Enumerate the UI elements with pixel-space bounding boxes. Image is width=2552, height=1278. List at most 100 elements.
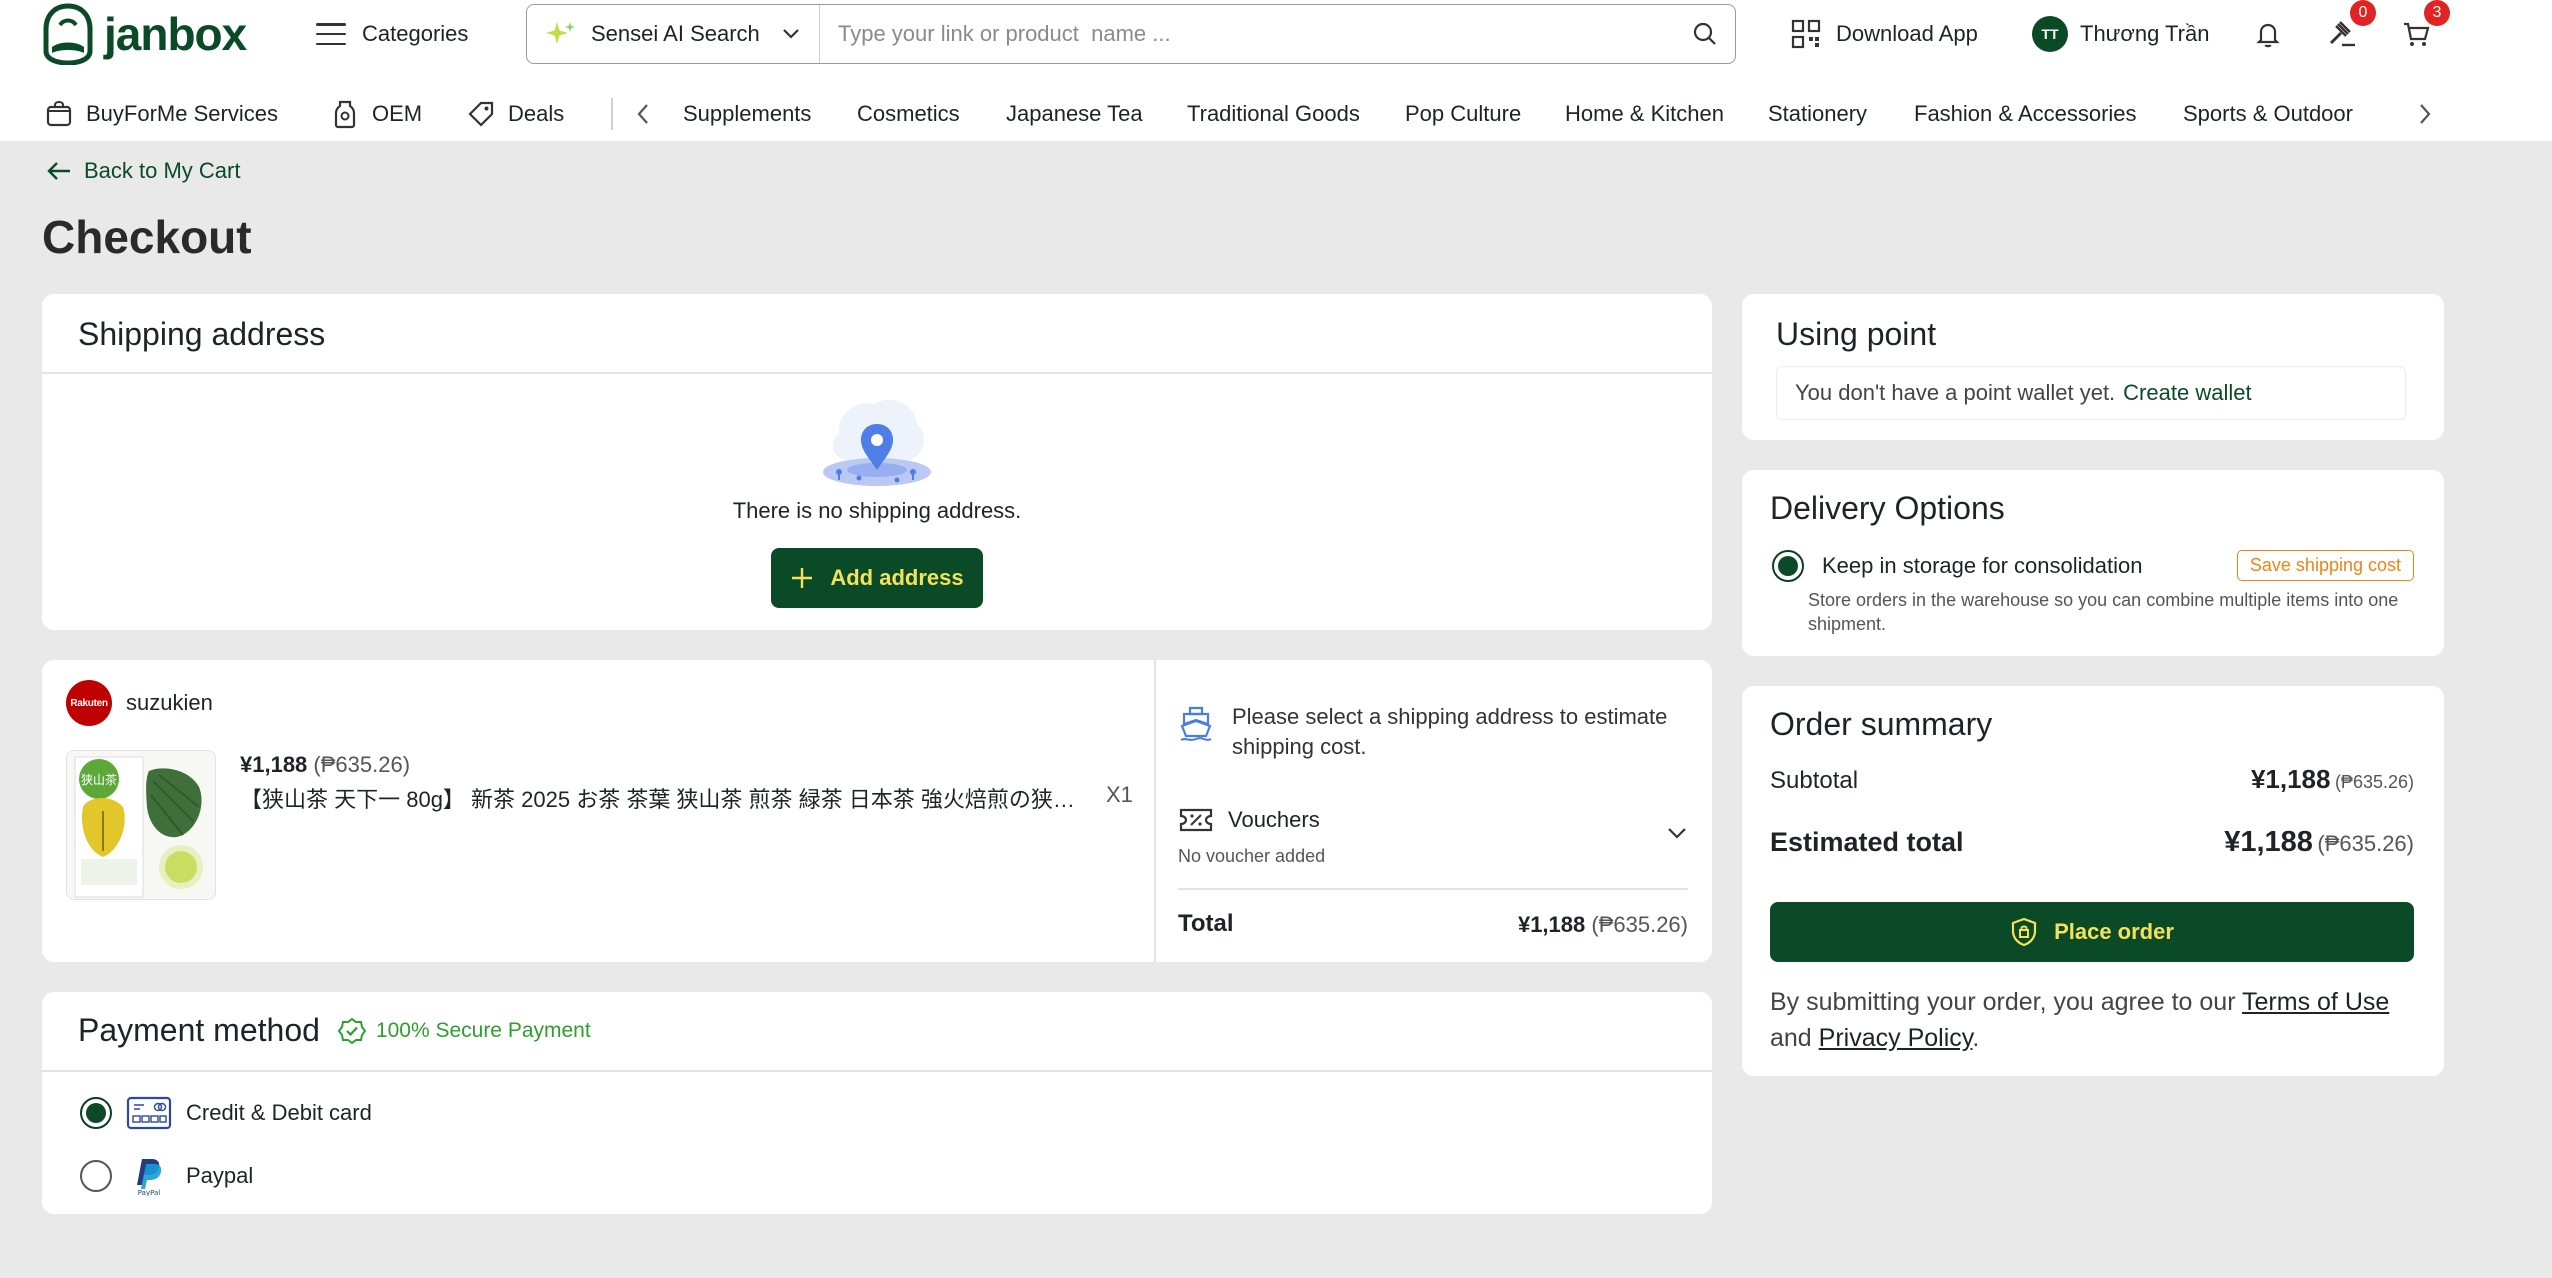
privacy-policy-link[interactable]: Privacy Policy — [1819, 1024, 1973, 1052]
vouchers-title: Vouchers — [1228, 807, 1320, 832]
estimated-total-value: ¥1,188 (₱635.26) — [2224, 826, 2414, 859]
back-label: Back to My Cart — [84, 158, 241, 183]
cart-icon — [2404, 22, 2430, 46]
user-menu[interactable]: TT Thương Trần — [2032, 14, 2209, 54]
product-name[interactable]: 【狭山茶 天下一 80g】 新茶 2025 お茶 茶葉 狭山茶 煎茶 緑茶 日本… — [240, 782, 1090, 814]
download-app-button[interactable]: Download App — [1790, 14, 1978, 54]
avatar: TT — [2032, 16, 2068, 52]
delivery-option-label: Keep in storage for consolidation — [1822, 553, 2143, 578]
category-fashion-accessories[interactable]: Fashion & Accessories — [1914, 101, 2137, 127]
delivery-option-storage[interactable]: Keep in storage for consolidation — [1772, 550, 2142, 582]
order-summary-title: Order summary — [1770, 706, 1993, 742]
notifications-button[interactable] — [2248, 14, 2288, 54]
rakuten-logo: Rakuten — [66, 680, 112, 726]
payment-option-paypal[interactable]: PayPal Paypal — [80, 1156, 253, 1196]
ai-search-label: Sensei AI Search — [591, 21, 760, 46]
search-bar: Sensei AI Search — [526, 4, 1736, 64]
svg-text:PayPal: PayPal — [138, 1189, 161, 1196]
terms-of-use-link[interactable]: Terms of Use — [2242, 988, 2389, 1016]
shop-name: suzukien — [126, 690, 213, 715]
categories-menu-button[interactable]: Categories — [316, 14, 468, 54]
payment-method-card: Payment method 100% Secure Payment Credi… — [42, 992, 1712, 1214]
place-order-button[interactable]: Place order — [1770, 902, 2414, 962]
bell-icon — [2256, 23, 2280, 48]
subtotal-value: ¥1,188 (₱635.26) — [2251, 764, 2414, 795]
add-address-label: Add address — [830, 565, 964, 590]
card-radio[interactable] — [80, 1097, 112, 1129]
item-total-amount: ¥1,188 — [1517, 912, 1586, 937]
category-scroll-left[interactable] — [628, 94, 658, 134]
shield-lock-icon — [2011, 917, 2037, 947]
divider — [42, 372, 1712, 374]
oem-link[interactable]: OEM — [330, 99, 422, 129]
cart-button[interactable]: 3 — [2396, 0, 2450, 54]
user-name: Thương Trần — [2080, 21, 2210, 46]
point-wallet-box: You don't have a point wallet yet. Creat… — [1776, 366, 2406, 420]
subtotal-label: Subtotal — [1770, 767, 1859, 794]
subtotal-alt: (₱635.26) — [2334, 772, 2414, 792]
chevron-left-icon — [637, 104, 648, 124]
logo-mark-icon — [43, 3, 93, 65]
secure-payment-label: 100% Secure Payment — [375, 1018, 591, 1042]
category-home-kitchen[interactable]: Home & Kitchen — [1565, 101, 1724, 127]
search-input[interactable] — [820, 5, 1675, 63]
top-header: janbox Categories Sensei AI Search Downl… — [0, 0, 2552, 141]
payment-title: Payment method — [78, 1012, 320, 1048]
buyforme-label: BuyForMe Services — [86, 100, 278, 126]
create-wallet-link[interactable]: Create wallet — [2123, 380, 2251, 406]
terms-and: and — [1770, 1024, 1812, 1052]
order-item-card: Rakuten suzukien 狭山茶 ¥1,188 (₱635.26) 【狭… — [42, 660, 1712, 962]
hamburger-icon — [316, 23, 346, 45]
category-japanese-tea[interactable]: Japanese Tea — [1006, 101, 1143, 127]
product-price: ¥1,188 (₱635.26) — [240, 752, 410, 778]
ai-search-select[interactable]: Sensei AI Search — [527, 5, 820, 63]
qr-code-icon — [1791, 19, 1821, 49]
deals-link[interactable]: Deals — [466, 99, 564, 129]
auction-button[interactable]: 0 — [2322, 0, 2376, 54]
divider — [1178, 888, 1688, 890]
product-image[interactable]: 狭山茶 — [66, 750, 216, 900]
gavel-icon — [2329, 21, 2355, 47]
map-pin-illustration-icon — [823, 399, 931, 486]
search-button[interactable] — [1675, 5, 1735, 63]
shipping-address-card: Shipping address There is no shipping ad… — [42, 294, 1712, 630]
estimated-total-row: Estimated total ¥1,188 (₱635.26) — [1770, 826, 2414, 859]
using-point-title: Using point — [1776, 316, 1937, 352]
category-supplements[interactable]: Supplements — [683, 101, 811, 127]
category-traditional-goods[interactable]: Traditional Goods — [1187, 101, 1360, 127]
terms-notice: By submitting your order, you agree to o… — [1770, 984, 2420, 1056]
vouchers-selector[interactable]: Vouchers No voucher added — [1178, 806, 1688, 870]
category-cosmetics[interactable]: Cosmetics — [857, 101, 960, 127]
category-sports-outdoor[interactable]: Sports & Outdoor — [2183, 101, 2353, 127]
buyforme-link[interactable]: BuyForMe Services — [44, 99, 278, 129]
item-total-alt: (₱635.26) — [1591, 912, 1688, 937]
bag-icon — [46, 100, 72, 126]
auction-badge: 0 — [2350, 0, 2376, 26]
divider — [42, 1070, 1712, 1072]
paypal-radio[interactable] — [80, 1160, 112, 1192]
page-title: Checkout — [42, 211, 252, 263]
estimated-total-label: Estimated total — [1770, 827, 1964, 857]
secure-payment-badge: 100% Secure Payment — [337, 1017, 591, 1045]
subtotal-amount: ¥1,188 — [2250, 764, 2331, 794]
plus-icon — [792, 568, 813, 588]
category-stationery[interactable]: Stationery — [1768, 101, 1867, 127]
paypal-label: Paypal — [186, 1163, 254, 1188]
back-to-cart-link[interactable]: Back to My Cart — [46, 158, 240, 184]
save-shipping-tag: Save shipping cost — [2236, 550, 2414, 581]
shield-check-icon — [337, 1017, 366, 1044]
terms-prefix: By submitting your order, you agree to o… — [1770, 988, 2236, 1016]
payment-option-card[interactable]: Credit & Debit card — [80, 1096, 372, 1130]
oem-label: OEM — [372, 100, 423, 126]
categories-label: Categories — [362, 21, 469, 46]
cart-badge: 3 — [2424, 0, 2450, 26]
storage-radio[interactable] — [1772, 550, 1804, 582]
add-address-button[interactable]: Add address — [771, 548, 983, 608]
janbox-logo[interactable]: janbox — [42, 2, 247, 66]
voucher-icon — [1179, 808, 1213, 832]
category-pop-culture[interactable]: Pop Culture — [1405, 101, 1521, 127]
vouchers-status: No voucher added — [1178, 846, 1326, 866]
product-quantity: X1 — [1106, 782, 1133, 807]
ship-icon — [1180, 706, 1212, 741]
category-scroll-right[interactable] — [2410, 94, 2440, 134]
